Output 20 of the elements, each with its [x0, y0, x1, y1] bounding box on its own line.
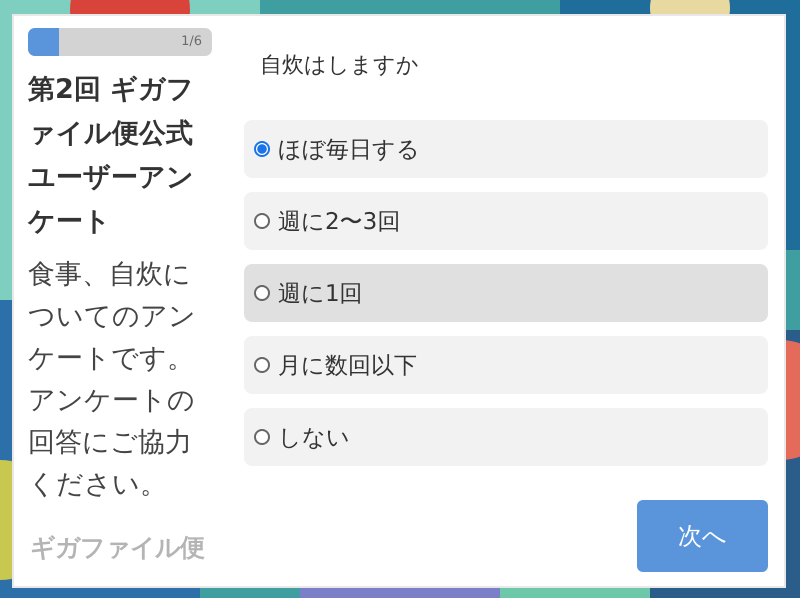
radio-button[interactable] — [254, 141, 270, 157]
option-label: 月に数回以下 — [278, 352, 417, 380]
option-label: しない — [278, 424, 350, 452]
answer-option[interactable]: 月に数回以下 — [244, 336, 768, 394]
answer-option[interactable]: しない — [244, 408, 768, 466]
radio-button[interactable] — [254, 429, 270, 445]
answer-option[interactable]: 週に1回 — [244, 264, 768, 322]
survey-description: 食事、自炊についてのアンケートです。アンケートの回答にご協力ください。 — [28, 258, 197, 502]
option-label: ほぼ毎日する — [278, 136, 420, 164]
answer-option[interactable]: ほぼ毎日する — [244, 120, 768, 178]
question-text: 自炊はしますか — [260, 52, 420, 80]
logo: ギガファイル便 — [29, 532, 206, 564]
radio-button[interactable] — [254, 285, 270, 301]
radio-button[interactable] — [254, 213, 270, 229]
option-label: 週に2〜3回 — [278, 208, 400, 236]
radio-button[interactable] — [254, 357, 270, 373]
progress-label: 1/6 — [181, 34, 202, 49]
survey-title: 第2回 ギガファイル便公式ユーザーアンケート — [28, 73, 196, 239]
answer-option[interactable]: 週に2〜3回 — [244, 192, 768, 250]
option-label: 週に1回 — [278, 280, 363, 308]
